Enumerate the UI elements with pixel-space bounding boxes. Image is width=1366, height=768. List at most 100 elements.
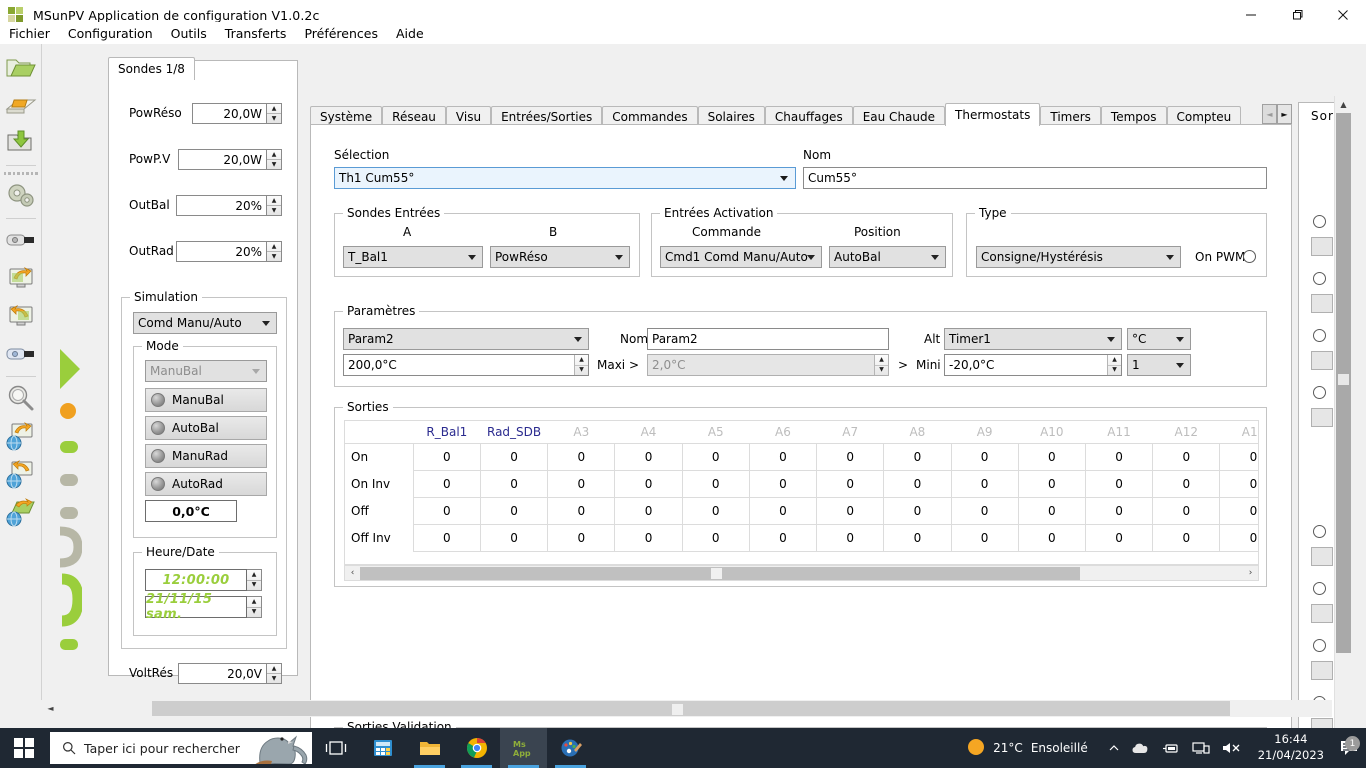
menu-preferences[interactable]: Préférences [295, 24, 387, 43]
sorties-cell[interactable]: 0 [1219, 469, 1258, 498]
simulation-mode-select[interactable]: Comd Manu/Auto [133, 312, 277, 334]
mini-step-down[interactable]: ▼ [1108, 366, 1121, 376]
sorties-column-header-a3[interactable]: A3 [547, 421, 615, 444]
sorties-cell[interactable]: 0 [547, 496, 616, 525]
mode-button-autorad[interactable]: AutoRad [145, 472, 267, 496]
sorties-cell[interactable]: 0 [950, 523, 1019, 552]
mini-field[interactable]: -20,0°C ▲ ▼ [944, 354, 1122, 376]
alt-select[interactable]: Timer1 [944, 328, 1122, 350]
menu-fichier[interactable]: Fichier [0, 24, 59, 43]
selection-select[interactable]: Th1 Cum55° [334, 167, 796, 189]
powreso-step-up[interactable]: ▲ [267, 104, 281, 114]
sorties-cell[interactable]: 0 [479, 523, 549, 552]
date-value[interactable]: 21/11/15 sam. [145, 592, 247, 622]
outbal-step-down[interactable]: ▼ [267, 206, 281, 215]
sorties-cell[interactable]: 0 [479, 469, 549, 498]
net-sync-icon[interactable] [4, 495, 38, 531]
voltres-step-down[interactable]: ▼ [267, 674, 281, 683]
usb-write-icon[interactable] [4, 337, 38, 373]
start-icon[interactable] [0, 728, 48, 768]
right-panel-radio-6[interactable] [1313, 582, 1326, 595]
sorties-cell[interactable]: 0 [1017, 469, 1086, 498]
sorties-cell[interactable]: 0 [1084, 469, 1154, 498]
search-input[interactable]: Taper ici pour rechercher [50, 732, 312, 764]
sorties-column-header-r_bal1[interactable]: R_Bal1 [413, 421, 481, 444]
right-panel-radio-5[interactable] [1313, 525, 1326, 538]
powreso-value[interactable]: 20,0W [192, 103, 267, 124]
main-horizontal-scrollbar[interactable]: ◄ [42, 700, 1332, 717]
sorties-cell[interactable]: 0 [1084, 523, 1154, 552]
sorties-column-header-a8[interactable]: A8 [883, 421, 951, 444]
sorties-scroll-right-arrow[interactable]: › [1243, 566, 1258, 580]
outrad-value[interactable]: 20% [176, 241, 267, 262]
sorties-cell[interactable]: 0 [412, 496, 481, 525]
tab-thermostats[interactable]: Thermostats [945, 103, 1041, 126]
field-outrad[interactable]: 20% ▲ ▼ [176, 241, 282, 262]
right-panel-radio-1[interactable] [1313, 215, 1326, 228]
right-panel-box-2[interactable] [1311, 294, 1333, 313]
sorties-column-header-a10[interactable]: A10 [1018, 421, 1086, 444]
time-field[interactable]: 12:00:00 ▲ ▼ [145, 569, 262, 591]
file-explorer-icon[interactable] [406, 728, 453, 768]
sorties-cell[interactable]: 0 [950, 469, 1019, 498]
sorties-column-header-a9[interactable]: A9 [951, 421, 1019, 444]
tab-scroll-right-button[interactable]: ► [1277, 104, 1292, 124]
outbal-value[interactable]: 20% [176, 195, 267, 216]
sorties-cell[interactable]: 0 [816, 523, 885, 552]
powpv-stepper[interactable]: ▲ ▼ [267, 149, 282, 170]
sorties-cell[interactable]: 0 [748, 523, 818, 552]
index-select[interactable]: 1 [1127, 354, 1191, 376]
commande-select[interactable]: Cmd1 Comd Manu/Auto [660, 246, 822, 268]
powpv-step-down[interactable]: ▼ [267, 160, 281, 169]
date-field[interactable]: 21/11/15 sam. ▲ ▼ [145, 592, 262, 622]
consigne-field[interactable]: 200,0°C ▲ ▼ [343, 354, 589, 376]
sorties-cell[interactable]: 0 [1219, 496, 1258, 525]
volume-muted-icon[interactable] [1216, 741, 1248, 755]
date-step-up[interactable]: ▲ [247, 597, 261, 608]
sonde-a-select[interactable]: T_Bal1 [343, 246, 483, 268]
time-value[interactable]: 12:00:00 [145, 569, 247, 591]
param-nom-input[interactable]: Param2 [647, 328, 889, 350]
sorties-cell[interactable]: 0 [547, 442, 616, 471]
search-globe-icon[interactable] [4, 381, 38, 417]
right-panel-box-5[interactable] [1311, 547, 1333, 566]
field-voltres[interactable]: 20,0V ▲ ▼ [178, 663, 282, 684]
sorties-scroll-left-arrow[interactable]: ‹ [345, 566, 360, 580]
usb-read-icon[interactable] [4, 223, 38, 259]
on-pwm-radio[interactable] [1243, 250, 1256, 263]
right-panel-box-4[interactable] [1311, 408, 1333, 427]
sorties-cell[interactable]: 0 [1017, 496, 1086, 525]
menu-outils[interactable]: Outils [162, 24, 216, 43]
chrome-icon[interactable] [453, 728, 500, 768]
sorties-cell[interactable]: 0 [614, 442, 683, 471]
sonde-b-select[interactable]: PowRéso [490, 246, 630, 268]
settings-gears-icon[interactable] [4, 179, 38, 215]
voltres-value[interactable]: 20,0V [178, 663, 267, 684]
mode-button-manubal[interactable]: ManuBal [145, 388, 267, 412]
mini-value[interactable]: -20,0°C [945, 358, 1107, 372]
voltres-stepper[interactable]: ▲ ▼ [267, 663, 282, 684]
unit-select[interactable]: °C [1127, 328, 1191, 350]
sorties-cell[interactable]: 0 [1152, 496, 1221, 525]
consigne-stepper[interactable]: ▲ ▼ [574, 355, 588, 375]
field-powpv[interactable]: 20,0W ▲ ▼ [178, 149, 282, 170]
mode-button-autobal[interactable]: AutoBal [145, 416, 267, 440]
chevron-up-icon[interactable] [1094, 742, 1126, 754]
outbal-stepper[interactable]: ▲ ▼ [267, 195, 282, 216]
outrad-step-up[interactable]: ▲ [267, 242, 281, 252]
sorties-column-header-a5[interactable]: A5 [682, 421, 750, 444]
net-upload-icon[interactable] [4, 419, 38, 455]
sorties-cell[interactable]: 0 [681, 469, 750, 498]
usb-eject-icon[interactable] [1156, 741, 1186, 755]
network-icon[interactable] [1186, 741, 1216, 755]
sorties-cell[interactable]: 0 [883, 496, 952, 525]
powpv-value[interactable]: 20,0W [178, 149, 267, 170]
sorties-column-header-a6[interactable]: A6 [749, 421, 817, 444]
sorties-column-header-a12[interactable]: A12 [1152, 421, 1220, 444]
main-vertical-scrollbar[interactable]: ▲ ▼ [1334, 96, 1352, 747]
sorties-column-header-rad_sdb[interactable]: Rad_SDB [480, 421, 548, 444]
sorties-cell[interactable]: 0 [1152, 442, 1221, 471]
sorties-cell[interactable]: 0 [681, 496, 750, 525]
time-stepper[interactable]: ▲ ▼ [247, 569, 262, 591]
sorties-cell[interactable]: 0 [1152, 469, 1221, 498]
